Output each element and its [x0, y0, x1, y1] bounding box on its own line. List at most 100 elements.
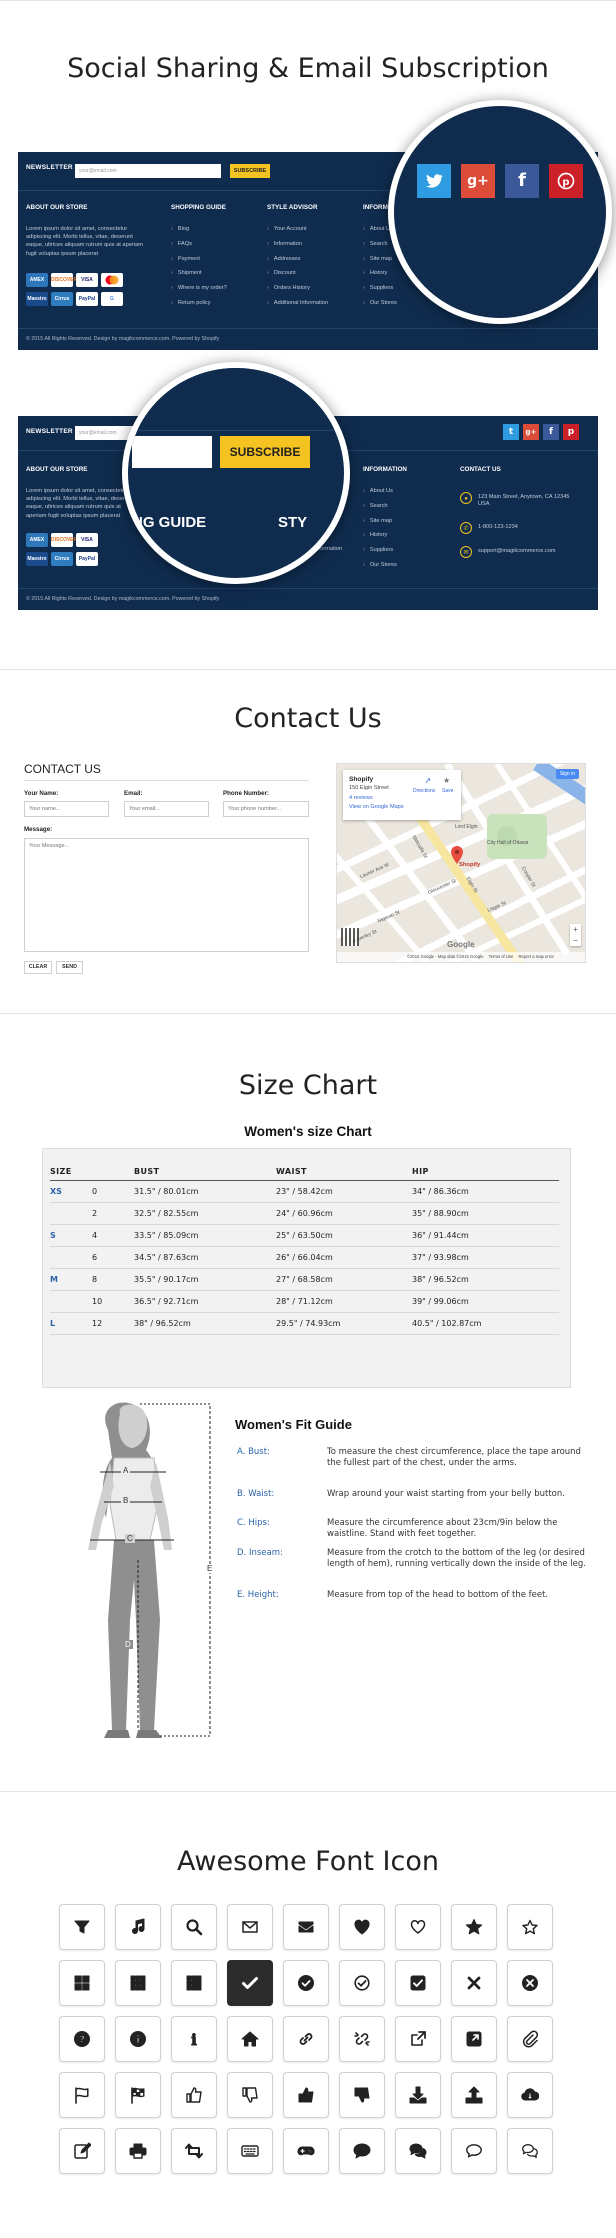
icon-tile[interactable] — [115, 2128, 161, 2174]
icon-tile[interactable] — [227, 2016, 273, 2062]
save-link[interactable]: Save — [442, 788, 453, 794]
icon-tile[interactable] — [227, 2128, 273, 2174]
footer-link[interactable]: Additional Information — [267, 298, 328, 313]
icon-tile[interactable] — [59, 2128, 105, 2174]
send-button[interactable]: SEND — [56, 961, 83, 974]
footer-link[interactable]: About Us — [363, 486, 397, 501]
footer-link[interactable]: Your Account — [267, 224, 328, 239]
twitter-icon[interactable] — [417, 164, 451, 198]
zoomed-email-input[interactable] — [132, 436, 212, 468]
google-plus-icon[interactable]: g+ — [461, 164, 495, 198]
footer-link[interactable]: FAQs — [171, 239, 227, 254]
footer-link[interactable]: Blog — [171, 224, 227, 239]
facebook-icon[interactable]: f — [543, 424, 559, 440]
icon-tile[interactable]: i — [171, 2016, 217, 2062]
icon-tile[interactable] — [339, 1960, 385, 2006]
footer-link[interactable]: Our Stores — [363, 560, 397, 575]
icon-tile[interactable] — [507, 2016, 553, 2062]
icon-tile[interactable] — [507, 2072, 553, 2118]
icon-tile[interactable] — [395, 1904, 441, 1950]
icon-tile[interactable] — [115, 1960, 161, 2006]
star-save-icon[interactable]: ★ — [443, 776, 450, 785]
icon-tile[interactable]: i — [115, 2016, 161, 2062]
footer-link[interactable]: Return policy — [171, 298, 227, 313]
icon-tile[interactable] — [339, 1904, 385, 1950]
subscribe-button[interactable]: SUBSCRIBE — [230, 164, 270, 178]
icon-tile[interactable] — [283, 2128, 329, 2174]
icon-tile[interactable] — [339, 2016, 385, 2062]
pinterest-icon[interactable]: p — [563, 424, 579, 440]
icon-tile[interactable] — [507, 1904, 553, 1950]
icon-tile[interactable] — [507, 1960, 553, 2006]
footer-link[interactable]: Search — [363, 501, 397, 516]
icon-tile[interactable] — [283, 1904, 329, 1950]
fit-text: Measure from the crotch to the bottom of… — [327, 1548, 586, 1569]
footer-link[interactable]: Addresses — [267, 254, 328, 269]
icon-tile[interactable] — [283, 2072, 329, 2118]
footer-link[interactable]: Orders History — [267, 283, 328, 298]
footer-link[interactable]: Site map — [363, 254, 397, 269]
footer-link[interactable]: Where is my order? — [171, 283, 227, 298]
pinterest-icon[interactable]: p — [549, 164, 583, 198]
icon-tile[interactable] — [507, 2128, 553, 2174]
icon-tile[interactable] — [227, 1904, 273, 1950]
message-textarea[interactable]: Your Message... — [24, 838, 309, 952]
clear-button[interactable]: CLEAR — [24, 961, 52, 974]
footer-link[interactable]: Discount — [267, 268, 328, 283]
icon-tile[interactable] — [115, 1904, 161, 1950]
icon-tile[interactable] — [395, 1960, 441, 2006]
icon-tile[interactable] — [283, 1960, 329, 2006]
icon-tile[interactable] — [451, 2128, 497, 2174]
phone-input[interactable]: Your phone number... — [223, 801, 309, 817]
name-input[interactable]: Your name... — [24, 801, 109, 817]
icon-tile[interactable] — [227, 1960, 273, 2006]
discover-icon: DISCOVER — [51, 273, 77, 287]
email-text[interactable]: support@magikcommerce.com — [478, 548, 556, 554]
icon-tile[interactable] — [339, 2128, 385, 2174]
directions-icon[interactable]: ➚ — [419, 776, 437, 785]
icon-tile[interactable] — [59, 2072, 105, 2118]
zoom-controls[interactable]: + − — [570, 924, 581, 946]
footer-link[interactable]: Our Stores — [363, 298, 397, 313]
icon-tile[interactable] — [171, 2072, 217, 2118]
report-link[interactable]: Report a map error — [519, 954, 554, 959]
icon-tile[interactable] — [451, 1904, 497, 1950]
facebook-icon[interactable]: f — [505, 164, 539, 198]
email-input[interactable]: Your email... — [124, 801, 209, 817]
footer-link[interactable]: Payment — [171, 254, 227, 269]
icon-tile[interactable] — [171, 1904, 217, 1950]
twitter-icon[interactable]: t — [503, 424, 519, 440]
newsletter-email-input[interactable]: your@email.com — [75, 164, 221, 178]
footer-link[interactable]: Suppliers — [363, 283, 397, 298]
icon-tile[interactable] — [451, 1960, 497, 2006]
icon-tile[interactable] — [395, 2072, 441, 2118]
google-plus-icon[interactable]: g+ — [523, 424, 539, 440]
icon-tile[interactable] — [395, 2128, 441, 2174]
view-on-google-maps-link[interactable]: View on Google Maps — [349, 804, 404, 810]
icon-tile[interactable]: ? — [59, 2016, 105, 2062]
icon-tile[interactable] — [451, 2016, 497, 2062]
number-cell: 0 — [92, 1180, 134, 1203]
terms-link[interactable]: Terms of Use — [489, 954, 514, 959]
google-map[interactable]: Shopify 150 Elgin Street 4 reviews View … — [336, 763, 586, 963]
sign-in-button[interactable]: Sign in — [555, 769, 579, 779]
footer-link[interactable]: Information — [267, 239, 328, 254]
icon-tile[interactable] — [59, 1904, 105, 1950]
place-reviews[interactable]: 4 reviews — [349, 795, 373, 801]
icon-tile[interactable] — [59, 1960, 105, 2006]
footer-link[interactable]: History — [363, 530, 397, 545]
icon-tile[interactable] — [171, 1960, 217, 2006]
zoomed-subscribe-button[interactable]: SUBSCRIBE — [220, 436, 310, 468]
icon-tile[interactable] — [171, 2128, 217, 2174]
icon-tile[interactable] — [395, 2016, 441, 2062]
icon-tile[interactable] — [227, 2072, 273, 2118]
footer-link[interactable]: Shipment — [171, 268, 227, 283]
icon-tile[interactable] — [451, 2072, 497, 2118]
footer-link[interactable]: History — [363, 268, 397, 283]
icon-tile[interactable] — [339, 2072, 385, 2118]
icon-tile[interactable] — [283, 2016, 329, 2062]
icon-tile[interactable] — [115, 2072, 161, 2118]
footer-link[interactable]: Suppliers — [363, 545, 397, 560]
footer-link[interactable]: Site map — [363, 516, 397, 531]
directions-link[interactable]: Directions — [413, 788, 435, 794]
